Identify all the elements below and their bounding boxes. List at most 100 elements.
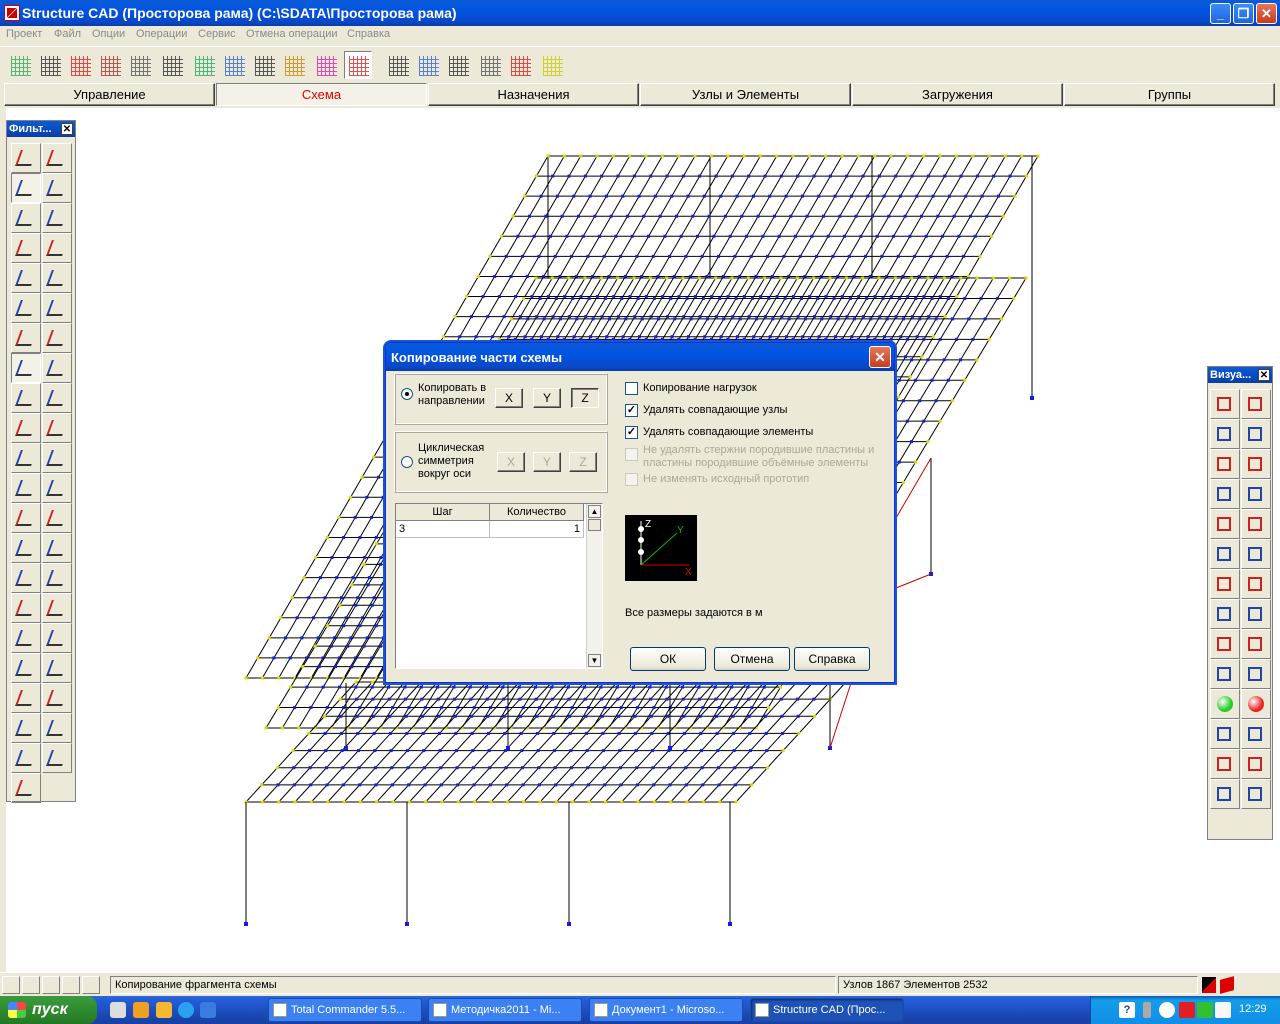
toolbar-button-3[interactable] bbox=[66, 51, 94, 79]
visual-tool-button[interactable] bbox=[1241, 509, 1271, 539]
copy-loads-checkbox[interactable] bbox=[625, 382, 638, 395]
filter-tool-button[interactable] bbox=[11, 773, 41, 803]
toolbar-button-1[interactable] bbox=[6, 51, 34, 79]
filter-tool-button[interactable] bbox=[11, 593, 41, 623]
visual-tool-button[interactable] bbox=[1210, 629, 1240, 659]
task-total-commander[interactable]: Total Commander 5.5... bbox=[268, 998, 422, 1022]
filter-tool-button[interactable] bbox=[42, 293, 72, 323]
tab-scheme[interactable]: Схема bbox=[216, 83, 427, 106]
filter-tool-button[interactable] bbox=[42, 533, 72, 563]
visual-tool-button[interactable] bbox=[1241, 659, 1271, 689]
step-cell[interactable]: 3 bbox=[396, 521, 490, 538]
step-count-table[interactable]: Шаг Количество 3 1 ▲ ▼ bbox=[395, 503, 603, 669]
toolbar-button-7[interactable] bbox=[190, 51, 218, 79]
view-icon-5[interactable] bbox=[82, 976, 100, 994]
filter-tool-button[interactable] bbox=[11, 173, 41, 203]
visual-tool-button[interactable] bbox=[1210, 689, 1240, 719]
filter-tool-button[interactable] bbox=[42, 743, 72, 773]
view-icon-3[interactable] bbox=[42, 976, 60, 994]
filter-tool-button[interactable] bbox=[42, 203, 72, 233]
toolbar-button-12[interactable] bbox=[344, 51, 372, 79]
visual-tool-button[interactable] bbox=[1241, 779, 1271, 809]
cyclic-y-button[interactable]: Y bbox=[533, 452, 561, 472]
toolbar-button-6[interactable] bbox=[158, 51, 186, 79]
tab-loads[interactable]: Загружения bbox=[852, 83, 1063, 106]
filter-tool-button[interactable] bbox=[11, 143, 41, 173]
filter-tool-button[interactable] bbox=[42, 503, 72, 533]
filter-tool-button[interactable] bbox=[42, 143, 72, 173]
filter-tool-button[interactable] bbox=[42, 323, 72, 353]
visual-tool-button[interactable] bbox=[1241, 629, 1271, 659]
task-document1[interactable]: Документ1 - Microso... bbox=[589, 998, 743, 1022]
toolbar-button-15[interactable] bbox=[444, 51, 472, 79]
filter-tool-button[interactable] bbox=[42, 593, 72, 623]
menu-options[interactable]: Опции bbox=[92, 28, 125, 40]
visual-tool-button[interactable] bbox=[1210, 599, 1240, 629]
filter-tool-button[interactable] bbox=[42, 353, 72, 383]
visual-tool-button[interactable] bbox=[1210, 419, 1240, 449]
menu-file[interactable]: Файл bbox=[54, 28, 81, 40]
filter-tool-button[interactable] bbox=[42, 383, 72, 413]
toolbar-button-13[interactable] bbox=[384, 51, 412, 79]
filter-tool-button[interactable] bbox=[11, 383, 41, 413]
visual-tool-button[interactable] bbox=[1241, 419, 1271, 449]
table-scrollbar[interactable]: ▲ ▼ bbox=[586, 504, 602, 668]
filter-tool-button[interactable] bbox=[11, 203, 41, 233]
filter-tool-button[interactable] bbox=[42, 683, 72, 713]
visual-tool-button[interactable] bbox=[1210, 779, 1240, 809]
scroll-down-icon[interactable]: ▼ bbox=[588, 654, 601, 667]
keep-prototype-checkbox[interactable] bbox=[625, 473, 638, 486]
filter-tool-button[interactable] bbox=[11, 413, 41, 443]
visual-tool-button[interactable] bbox=[1210, 479, 1240, 509]
visual-tool-button[interactable] bbox=[1210, 509, 1240, 539]
toolbar-button-14[interactable] bbox=[414, 51, 442, 79]
filter-tool-button[interactable] bbox=[11, 683, 41, 713]
kaspersky-tray-icon[interactable] bbox=[1179, 1002, 1195, 1018]
filter-palette-close-icon[interactable]: ✕ bbox=[61, 123, 73, 135]
close-button[interactable]: ✕ bbox=[1256, 3, 1277, 24]
visual-tool-button[interactable] bbox=[1210, 749, 1240, 779]
menu-operations[interactable]: Операции bbox=[136, 28, 187, 40]
visual-tool-button[interactable] bbox=[1241, 749, 1271, 779]
cancel-button[interactable]: Отмена bbox=[714, 647, 790, 671]
view-icon-2[interactable] bbox=[22, 976, 40, 994]
menu-undo[interactable]: Отмена операции bbox=[246, 28, 338, 40]
filter-tool-button[interactable] bbox=[11, 443, 41, 473]
visual-tool-button[interactable] bbox=[1241, 449, 1271, 479]
visual-tool-button[interactable] bbox=[1210, 539, 1240, 569]
filter-tool-button[interactable] bbox=[42, 443, 72, 473]
filter-tool-button[interactable] bbox=[11, 653, 41, 683]
direction-x-button[interactable]: X bbox=[495, 388, 523, 408]
window-title-bar[interactable]: Structure CAD (Просторова рама) (C:\SDAT… bbox=[0, 0, 1280, 26]
visual-tool-button[interactable] bbox=[1241, 719, 1271, 749]
visual-tool-button[interactable] bbox=[1241, 539, 1271, 569]
quicklaunch-icon-5[interactable] bbox=[200, 1002, 216, 1018]
visual-tool-button[interactable] bbox=[1241, 389, 1271, 419]
visual-tool-button[interactable] bbox=[1210, 719, 1240, 749]
minimize-button[interactable]: _ bbox=[1210, 3, 1231, 24]
cyclic-z-button[interactable]: Z bbox=[569, 452, 597, 472]
arrow-tray-icon[interactable] bbox=[1159, 1002, 1175, 1018]
visual-tool-button[interactable] bbox=[1241, 689, 1271, 719]
tab-management[interactable]: Управление bbox=[4, 83, 215, 106]
delete-coincident-elements-checkbox[interactable]: ✓ bbox=[625, 426, 638, 439]
filter-tool-button[interactable] bbox=[11, 623, 41, 653]
filter-tool-button[interactable] bbox=[42, 173, 72, 203]
ok-button[interactable]: ОК bbox=[630, 647, 706, 671]
filter-tool-button[interactable] bbox=[42, 713, 72, 743]
dialog-close-button[interactable]: ✕ bbox=[869, 346, 891, 368]
toolbar-button-9[interactable] bbox=[250, 51, 278, 79]
filter-tool-button[interactable] bbox=[42, 413, 72, 443]
filter-palette-header[interactable]: Фильт... ✕ bbox=[7, 121, 75, 137]
scroll-thumb[interactable] bbox=[588, 519, 601, 531]
view-icon-1[interactable] bbox=[2, 976, 20, 994]
toolbar-button-11[interactable] bbox=[312, 51, 340, 79]
menu-help[interactable]: Справка bbox=[347, 28, 390, 40]
filter-tool-button[interactable] bbox=[11, 743, 41, 773]
help-button[interactable]: Справка bbox=[794, 647, 870, 671]
filter-tool-button[interactable] bbox=[42, 653, 72, 683]
visual-tool-button[interactable] bbox=[1210, 659, 1240, 689]
network-tray-icon[interactable] bbox=[1197, 1002, 1213, 1018]
filter-tool-button[interactable] bbox=[11, 263, 41, 293]
quicklaunch-icon-3[interactable] bbox=[156, 1002, 172, 1018]
